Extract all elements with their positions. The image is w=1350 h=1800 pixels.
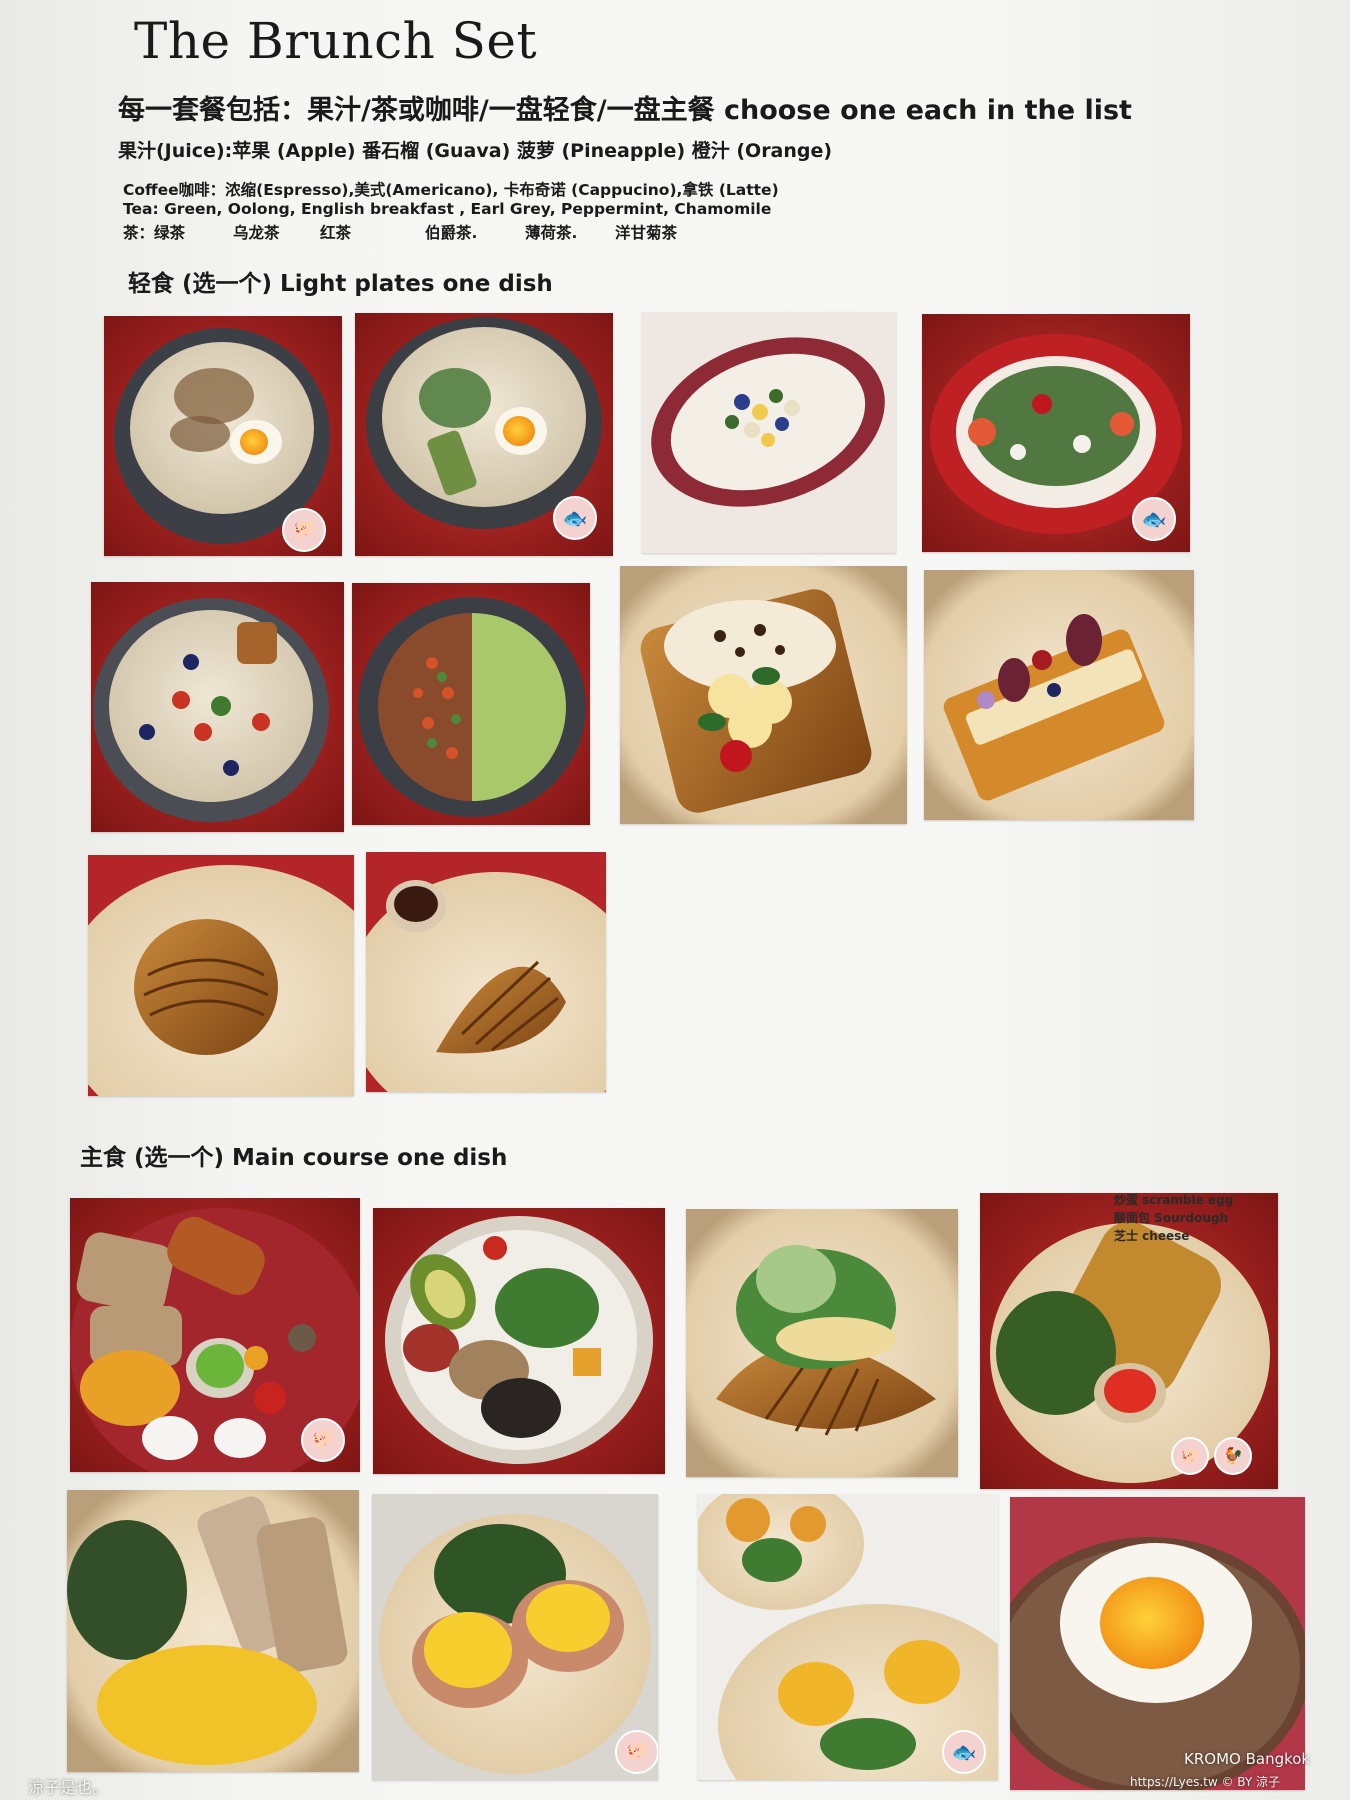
main-course-photo [686, 1209, 958, 1477]
light-plate-photo [366, 852, 606, 1092]
tea-zh-item: 洋甘菊茶 [615, 224, 678, 242]
tea-zh-item: 红茶 [320, 224, 352, 242]
set-description: 每一套餐包括：果汁/茶或咖啡/一盘轻食/一盘主餐 choose one each… [118, 95, 1132, 126]
light-plate-photo [91, 582, 344, 832]
fish-icon: 🐟 [553, 496, 597, 540]
dish-caption-line: 酸面包 Sourdough [1114, 1211, 1229, 1225]
tea-zh-item: 茶：绿茶 [123, 224, 186, 242]
watermark-author: 涼子是也。 [28, 1778, 109, 1797]
juice-options: 果汁(Juice):苹果 (Apple) 番石榴 (Guava) 菠萝 (Pin… [118, 140, 833, 162]
main-course-photo: 🐖 [372, 1494, 658, 1780]
main-course-photo: 🐟 [698, 1494, 998, 1780]
light-plate-photo: 🐖 [104, 316, 342, 556]
tea-zh-item: 伯爵茶. [425, 224, 478, 242]
fish-icon: 🐟 [1132, 497, 1176, 541]
light-plates-heading: 轻食 (选一个) Light plates one dish [128, 271, 553, 297]
coffee-options: Coffee咖啡：浓缩(Espresso),美式(Americano), 卡布奇… [123, 181, 779, 199]
tea-zh-item: 乌龙茶 [233, 224, 280, 242]
light-plate-photo: 🐟 [922, 314, 1190, 552]
pig-icon: 🐖 [1171, 1437, 1209, 1475]
main-course-photo: 炒蛋 scramble egg 酸面包 Sourdough 芝士 cheese … [980, 1193, 1278, 1489]
light-plate-photo: 🐟 [355, 313, 613, 556]
watermark-url: https://Lyes.tw © BY 涼子 [1130, 1775, 1281, 1789]
light-plate-photo [642, 312, 896, 553]
main-course-photo [1010, 1497, 1305, 1790]
light-plate-photo [924, 570, 1194, 820]
fish-icon: 🐟 [942, 1730, 986, 1774]
dish-caption-line: 炒蛋 scramble egg [1114, 1193, 1234, 1207]
light-plate-photo [620, 566, 907, 824]
main-course-photo [373, 1208, 665, 1474]
main-course-photo [67, 1490, 359, 1772]
tea-options-english: Tea: Green, Oolong, English breakfast , … [123, 200, 772, 218]
light-plate-photo [88, 855, 354, 1096]
tea-options-chinese: 茶：绿茶 乌龙茶 红茶 伯爵茶. 薄荷茶. 洋甘菊茶 [123, 221, 763, 242]
pig-icon: 🐖 [301, 1418, 345, 1462]
pig-icon: 🐖 [282, 508, 326, 552]
tea-zh-item: 薄荷茶. [525, 224, 578, 242]
main-course-heading: 主食 (选一个) Main course one dish [80, 1145, 508, 1171]
menu-title: The Brunch Set [134, 12, 538, 70]
dish-caption-line: 芝士 cheese [1114, 1229, 1190, 1243]
chicken-icon: 🐓 [1214, 1437, 1252, 1475]
main-course-photo: 🐖 [70, 1198, 360, 1472]
watermark-brand: KROMO Bangkok [1184, 1750, 1311, 1768]
pig-icon: 🐖 [615, 1730, 658, 1774]
light-plate-photo [352, 583, 590, 825]
